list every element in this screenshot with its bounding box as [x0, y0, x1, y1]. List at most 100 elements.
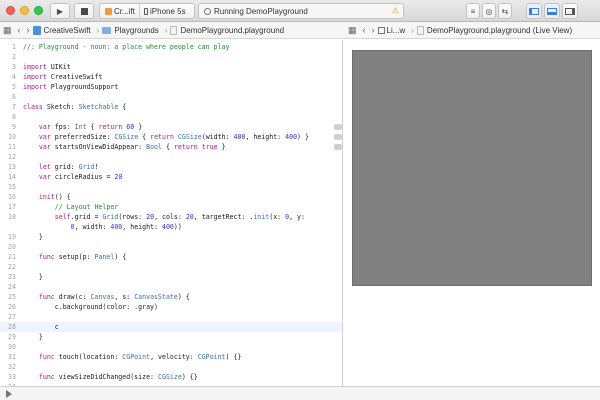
- code-line[interactable]: 8: [0, 112, 342, 122]
- code-line[interactable]: 0, width: 400, height: 400)): [0, 222, 342, 232]
- line-number: 24: [8, 283, 16, 291]
- code-line[interactable]: 15: [0, 182, 342, 192]
- debug-bar: [0, 386, 600, 400]
- line-number: 22: [8, 263, 16, 271]
- breadcrumb-project[interactable]: CreativeSwift: [32, 25, 91, 35]
- code-line[interactable]: 2: [0, 52, 342, 62]
- code-line[interactable]: 20: [0, 242, 342, 252]
- code-line[interactable]: 16 init() {: [0, 192, 342, 202]
- code-line[interactable]: 9 var fps: Int { return 60 }: [0, 122, 342, 132]
- run-button[interactable]: ▶: [50, 3, 70, 19]
- code-text: }: [23, 233, 43, 241]
- assistant-editor-button[interactable]: ◎: [482, 3, 496, 19]
- result-badge-icon[interactable]: [334, 134, 342, 140]
- back-icon[interactable]: ‹: [18, 25, 21, 35]
- code-text: func draw(c: Canvas, s: CanvasState) {: [38, 293, 190, 301]
- forward-icon[interactable]: ›: [27, 25, 30, 35]
- code-line[interactable]: 31 func touch(location: CGPoint, velocit…: [0, 352, 342, 362]
- window-toolbar: ▶ Cr...ift iPhone 5s Running DemoPlaygro…: [0, 0, 600, 22]
- jump-bar: ▦ ‹ › CreativeSwift › Playgrounds › Demo…: [0, 22, 600, 39]
- code-line[interactable]: 25 func draw(c: Canvas, s: CanvasState) …: [0, 292, 342, 302]
- stop-button[interactable]: [74, 3, 94, 19]
- toggle-debug-button[interactable]: [544, 3, 560, 19]
- back-icon[interactable]: ‹: [363, 25, 366, 35]
- playground-file-icon: [170, 25, 178, 35]
- result-badge-icon[interactable]: [334, 144, 342, 150]
- code-line[interactable]: 17 // Layout Helper: [0, 202, 342, 212]
- related-items-icon[interactable]: ▦: [348, 25, 357, 36]
- code-line[interactable]: 32: [0, 362, 342, 372]
- code-line[interactable]: 21 func setup(p: Panel) {: [0, 252, 342, 262]
- close-window-button[interactable]: [6, 6, 15, 15]
- related-items-icon[interactable]: ▦: [3, 25, 12, 36]
- zoom-window-button[interactable]: [34, 6, 43, 15]
- code-line[interactable]: 12: [0, 152, 342, 162]
- warning-icon[interactable]: ⚠: [392, 6, 399, 15]
- code-line[interactable]: 30: [0, 342, 342, 352]
- forward-icon[interactable]: ›: [372, 25, 375, 35]
- code-line[interactable]: 1 //: Playground - noun: a place where pe…: [0, 42, 342, 52]
- code-text: import UIKit: [23, 63, 71, 71]
- code-line[interactable]: 3 import UIKit: [0, 62, 342, 72]
- code-text: func setup(p: Panel) {: [38, 253, 127, 261]
- code-line[interactable]: 5 import PlaygroundSupport: [0, 82, 342, 92]
- scheme-target[interactable]: Cr...ift: [100, 4, 140, 18]
- stop-icon: [80, 7, 88, 15]
- code-line[interactable]: 19 }: [0, 232, 342, 242]
- line-number: 26: [8, 303, 16, 311]
- toggle-navigator-button[interactable]: [526, 3, 542, 19]
- assistant-file[interactable]: DemoPlayground.playground (Live View): [416, 25, 572, 35]
- code-line[interactable]: 29 }: [0, 332, 342, 342]
- source-editor[interactable]: 1 //: Playground - noun: a place where pe…: [0, 40, 343, 386]
- line-number: 17: [8, 203, 16, 211]
- code-line[interactable]: 13 let grid: Grid!: [0, 162, 342, 172]
- line-number: 19: [8, 233, 16, 241]
- code-line[interactable]: 27: [0, 312, 342, 322]
- line-number: 21: [8, 253, 16, 261]
- code-text: // Layout Helper: [54, 203, 119, 211]
- code-line[interactable]: 33 func viewSizeDidChanged(size: CGSize)…: [0, 372, 342, 382]
- code-text: init() {: [38, 193, 71, 201]
- code-line[interactable]: 7 class Sketch: Sketchable {: [0, 102, 342, 112]
- breadcrumb-file[interactable]: DemoPlayground.playground: [170, 25, 284, 35]
- line-number: 3: [12, 63, 16, 71]
- live-view-pane: [344, 40, 600, 386]
- code-line[interactable]: 22: [0, 262, 342, 272]
- line-number: 12: [8, 153, 16, 161]
- breadcrumb-folder[interactable]: Playgrounds: [102, 26, 159, 35]
- scheme-selector[interactable]: Cr...ift iPhone 5s: [99, 3, 195, 19]
- code-line[interactable]: 18 self.grid = Grid(rows: 20, cols: 20, …: [0, 212, 342, 222]
- toggle-utilities-button[interactable]: [562, 3, 578, 19]
- execute-playground-icon[interactable]: [6, 390, 12, 398]
- line-number: 29: [8, 333, 16, 341]
- code-text: }: [23, 333, 43, 341]
- result-badge-icon[interactable]: [334, 124, 342, 130]
- minimize-window-button[interactable]: [20, 6, 29, 15]
- code-line[interactable]: 6: [0, 92, 342, 102]
- standard-editor-button[interactable]: ≡: [466, 3, 480, 19]
- assistant-jump-bar: ▦ ‹ › Li...w › DemoPlayground.playground…: [345, 22, 600, 38]
- line-number: 30: [8, 343, 16, 351]
- current-code-line[interactable]: 28 c: [0, 322, 342, 332]
- code-text: import PlaygroundSupport: [23, 83, 119, 91]
- line-number: 32: [8, 363, 16, 371]
- live-view-canvas[interactable]: [352, 50, 592, 286]
- code-line[interactable]: 24: [0, 282, 342, 292]
- code-line[interactable]: 10 var preferredSize: CGSize { return CG…: [0, 132, 342, 142]
- scheme-device[interactable]: iPhone 5s: [140, 4, 186, 18]
- code-line[interactable]: 23 }: [0, 272, 342, 282]
- code-line[interactable]: 11 var startsOnViewDidAppear: Bool { ret…: [0, 142, 342, 152]
- breadcrumb-separator-icon: ›: [411, 25, 414, 35]
- utilities-pane-icon: [565, 7, 575, 15]
- version-editor-button[interactable]: ⇆: [498, 3, 512, 19]
- code-line[interactable]: 14 var circleRadius = 20: [0, 172, 342, 182]
- line-number: 13: [8, 163, 16, 171]
- align-left-icon: ≡: [470, 6, 476, 16]
- code-text: var preferredSize: CGSize { return CGSiz…: [38, 133, 309, 141]
- code-text: class Sketch: Sketchable {: [23, 103, 127, 111]
- code-text: //: Playground - noun: a place where peo…: [23, 43, 230, 51]
- code-line[interactable]: 4 import CreativeSwift: [0, 72, 342, 82]
- assistant-mode-selector[interactable]: Li...w: [377, 26, 405, 35]
- navigator-pane-icon: [529, 7, 539, 15]
- code-line[interactable]: 26 c.background(color: .gray): [0, 302, 342, 312]
